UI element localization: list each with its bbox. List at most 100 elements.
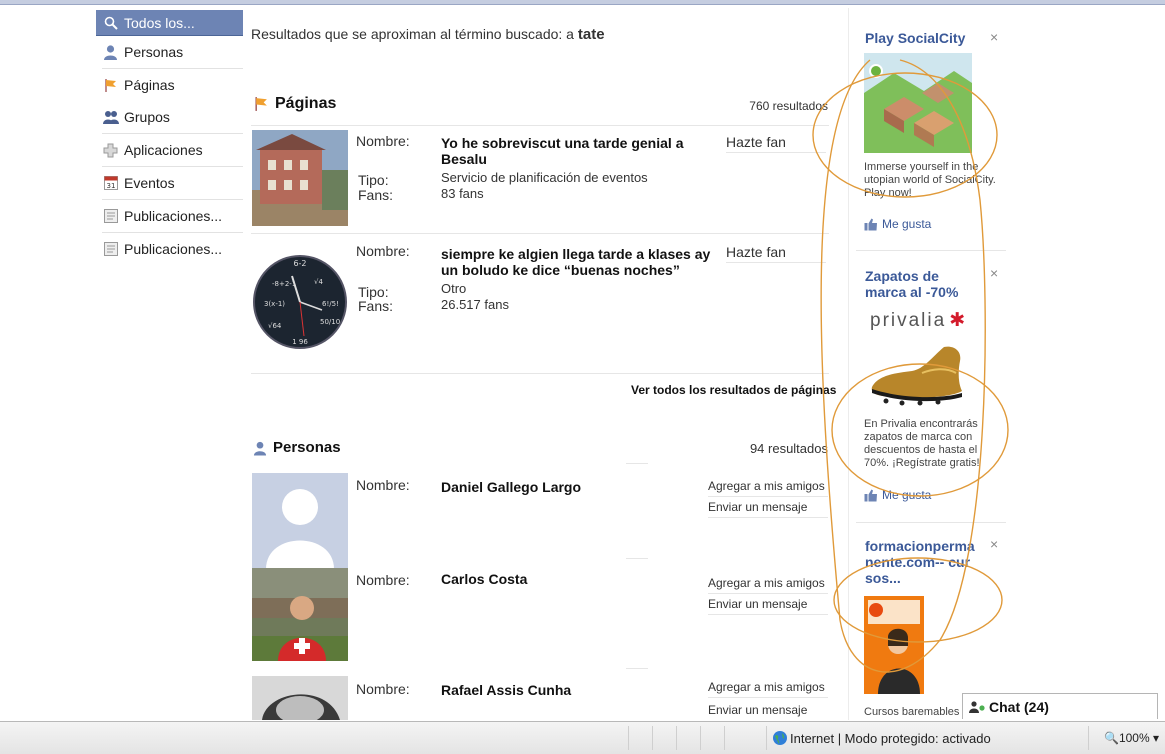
ad-title-link[interactable]: Zapatos de marca al -70% [865, 268, 977, 300]
name-label: Nombre: [356, 572, 410, 588]
nav-item-label: Personas [124, 44, 184, 60]
pages-count: 760 resultados [749, 99, 828, 113]
become-fan-button[interactable]: Hazte fan [726, 134, 786, 150]
pages-title-text: Páginas [275, 95, 337, 112]
zoom-control[interactable]: 🔍100% ▾ [1104, 731, 1159, 745]
action-divider [708, 517, 828, 518]
nav-item-label: Publicaciones... [124, 241, 223, 257]
nav-item-publicaciones-2[interactable]: Publicaciones... [96, 233, 243, 265]
browser-status-bar: Internet | Modo protegido: activado 🔍100… [0, 721, 1165, 754]
flag-icon [102, 77, 119, 94]
see-all-pages-link[interactable]: Ver todos los resultados de páginas [631, 383, 836, 397]
close-icon[interactable]: × [990, 536, 998, 552]
ad-image[interactable] [864, 596, 924, 694]
name-label: Nombre: [356, 243, 410, 259]
page-type: Otro [441, 281, 467, 296]
group-icon [102, 109, 119, 126]
chat-button[interactable]: Chat (24) [962, 693, 1158, 719]
svg-text:50/10: 50/10 [320, 318, 340, 326]
send-message-link[interactable]: Enviar un mensaje [708, 703, 807, 717]
ad-divider [856, 250, 1006, 251]
star-icon: ✱ [949, 310, 968, 331]
people-title-text: Personas [273, 439, 341, 456]
page-thumbnail[interactable]: 6-2 -8+2-1 √4 3(x-1) 6!/5! √64 50/10 1 9… [252, 240, 348, 368]
post-icon [102, 241, 119, 258]
nav-item-label: Páginas [124, 77, 175, 93]
ad-image[interactable] [862, 343, 972, 407]
nav-item-label: Grupos [124, 109, 170, 125]
nav-item-label: Todos los... [124, 14, 195, 31]
name-label: Nombre: [356, 477, 410, 493]
puzzle-icon [102, 142, 119, 159]
status-cell-divider [1088, 726, 1089, 750]
search-filter-nav: Todos los... Personas Páginas Grupos Apl… [96, 10, 243, 265]
page-type: Servicio de planificación de eventos [441, 170, 648, 185]
become-fan-button[interactable]: Hazte fan [726, 244, 786, 260]
nav-item-todos[interactable]: Todos los... [96, 10, 243, 36]
svg-text:3(x-1): 3(x-1) [264, 300, 285, 308]
nav-item-label: Eventos [124, 175, 175, 191]
nav-item-label: Publicaciones... [124, 208, 223, 224]
people-section-title: Personas [253, 439, 341, 456]
chat-label: Chat (24) [989, 698, 1049, 715]
nav-item-personas[interactable]: Personas [96, 36, 243, 68]
row-divider [626, 558, 648, 559]
nav-item-publicaciones[interactable]: Publicaciones... [96, 200, 243, 232]
status-cell-divider [700, 726, 701, 750]
like-label: Me gusta [882, 217, 932, 231]
nav-item-aplicaciones[interactable]: Aplicaciones [96, 134, 243, 166]
ad-text: En Privalia encontrarás zapatos de marca… [864, 418, 980, 469]
search-query-line: Resultados que se aproximan al término b… [251, 26, 605, 43]
svg-text:√64: √64 [268, 322, 282, 330]
add-friend-link[interactable]: Agregar a mis amigos [708, 576, 825, 590]
person-name-link[interactable]: Daniel Gallego Largo [441, 479, 581, 495]
people-count: 94 resultados [749, 441, 828, 456]
send-message-link[interactable]: Enviar un mensaje [708, 500, 807, 514]
fans-label: Fans: [358, 187, 394, 203]
online-friends-icon [969, 700, 985, 713]
nav-item-eventos[interactable]: 31 Eventos [96, 167, 243, 199]
avatar[interactable] [252, 676, 348, 720]
avatar[interactable] [252, 473, 348, 569]
section-divider [626, 463, 648, 464]
search-prefix: Resultados que se aproximan al término b… [251, 26, 574, 42]
ad-image[interactable] [864, 53, 972, 153]
globe-icon [773, 731, 787, 745]
type-label: Tipo: [358, 172, 389, 188]
avatar[interactable] [252, 568, 348, 661]
browser-top-border [0, 0, 1165, 5]
close-icon[interactable]: × [990, 265, 998, 281]
ad-divider [856, 522, 1006, 523]
action-divider [708, 593, 828, 594]
svg-text:6-2: 6-2 [293, 259, 306, 268]
person-icon [102, 44, 119, 61]
name-label: Nombre: [356, 681, 410, 697]
brand-logo: privalia ✱ [870, 309, 967, 332]
person-name-link[interactable]: Rafael Assis Cunha [441, 682, 571, 698]
ad-title-link[interactable]: Play SocialCity [865, 30, 965, 46]
like-label: Me gusta [882, 488, 932, 502]
person-name-link[interactable]: Carlos Costa [441, 571, 527, 587]
action-divider [726, 262, 826, 263]
ad-title-link[interactable]: formacionpermanente.com-- cursos... [865, 538, 977, 586]
row-divider [626, 668, 648, 669]
like-button[interactable]: Me gusta [864, 488, 931, 502]
nav-item-paginas[interactable]: Páginas [96, 69, 243, 101]
close-icon[interactable]: × [990, 29, 998, 45]
add-friend-link[interactable]: Agregar a mis amigos [708, 479, 825, 493]
like-button[interactable]: Me gusta [864, 217, 931, 231]
search-icon [102, 14, 119, 31]
svg-text:6!/5!: 6!/5! [322, 300, 339, 308]
nav-item-grupos[interactable]: Grupos [96, 101, 243, 133]
send-message-link[interactable]: Enviar un mensaje [708, 597, 807, 611]
svg-text:1 96: 1 96 [292, 338, 308, 346]
add-friend-link[interactable]: Agregar a mis amigos [708, 680, 825, 694]
page-name-link[interactable]: Yo he sobreviscut una tarde genial a Bes… [441, 135, 703, 167]
thumbs-up-icon [864, 489, 877, 501]
page-name-link[interactable]: siempre ke algien llega tarde a klases a… [441, 246, 721, 278]
name-label: Nombre: [356, 133, 410, 149]
action-divider [708, 496, 828, 497]
ad-text: Immerse yourself in the utopian world of… [864, 161, 996, 199]
row-divider [251, 373, 829, 374]
page-thumbnail[interactable] [252, 130, 348, 226]
